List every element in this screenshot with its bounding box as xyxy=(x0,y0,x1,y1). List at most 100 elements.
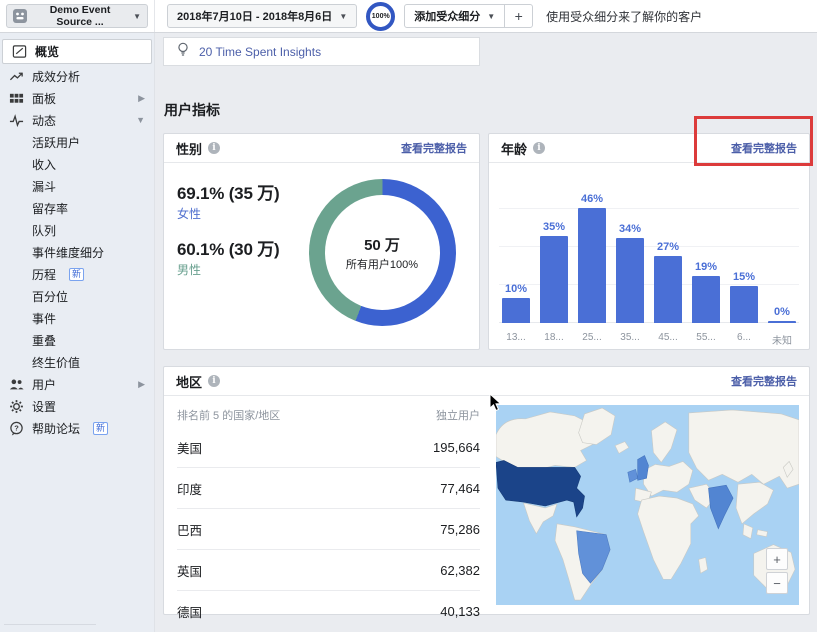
age-bar-未知: 0% xyxy=(763,306,801,323)
segment-hint-text: 使用受众细分来了解你的客户 xyxy=(546,8,702,25)
unique-users-value: 62,382 xyxy=(440,563,480,578)
gender-card-title: 性别 xyxy=(176,139,202,158)
country-row: 德国40,133 xyxy=(177,591,480,631)
chevron-down-icon: ▼ xyxy=(136,115,145,125)
sidebar-item-dashboards[interactable]: 面板▶ xyxy=(0,87,154,109)
bar xyxy=(768,321,796,323)
add-segment-dropdown[interactable]: 添加受众细分 ▼ xyxy=(405,5,505,27)
region-card-title: 地区 xyxy=(176,372,202,391)
age-axis-labels: 13...18...25...35...45...55...6...未知 xyxy=(497,332,801,347)
lightbulb-icon xyxy=(176,42,190,62)
info-icon[interactable]: i xyxy=(208,375,220,387)
x-axis-label: 45... xyxy=(649,332,687,347)
time-spent-insights-link[interactable]: 20 Time Spent Insights xyxy=(199,45,321,59)
gender-stat-label: 男性 xyxy=(177,261,295,278)
sidebar-item-label: 帮助论坛 xyxy=(32,420,80,437)
sidebar-item-label: 事件维度细分 xyxy=(32,244,104,261)
x-axis-label: 55... xyxy=(687,332,725,347)
sidebar-item-insights[interactable]: 成效分析 xyxy=(0,65,154,87)
x-axis-label: 6... xyxy=(725,332,763,347)
bar xyxy=(654,256,682,324)
sidebar-item-active-users[interactable]: 活跃用户 xyxy=(0,131,154,153)
region-card-body: 排名前 5 的国家/地区 独立用户 美国195,664印度77,464巴西75,… xyxy=(164,396,809,615)
region-view-full-report-link[interactable]: 查看完整报告 xyxy=(731,373,797,389)
sidebar-item-help-forum[interactable]: ? 帮助论坛新 xyxy=(0,417,154,439)
bar xyxy=(616,238,644,323)
country-row: 英国62,382 xyxy=(177,550,480,591)
sidebar-item-lifetime-value[interactable]: 终生价值 xyxy=(0,351,154,373)
sidebar-item-settings[interactable]: 设置 xyxy=(0,395,154,417)
sidebar-item-revenue[interactable]: 收入 xyxy=(0,153,154,175)
gender-donut-center: 50 万 所有用户100% xyxy=(325,195,440,310)
sidebar-item-journeys[interactable]: 历程新 xyxy=(0,263,154,285)
bar-value-label: 35% xyxy=(543,221,565,233)
world-map[interactable]: + − xyxy=(496,405,799,605)
sidebar-item-label: 终生价值 xyxy=(32,354,80,371)
sidebar-item-overlap[interactable]: 重叠 xyxy=(0,329,154,351)
info-icon[interactable]: i xyxy=(208,142,220,154)
chevron-down-icon: ▼ xyxy=(133,12,141,21)
gender-donut-chart: 50 万 所有用户100% xyxy=(309,179,456,326)
bar xyxy=(730,286,758,324)
chevron-down-icon: ▼ xyxy=(487,12,495,21)
country-name: 巴西 xyxy=(177,520,202,539)
sidebar-item-label: 动态 xyxy=(32,112,56,129)
bar-value-label: 27% xyxy=(657,241,679,253)
analytics-app: Demo Event Source ... ▼ 2018年7月10日 - 201… xyxy=(0,0,817,632)
sidebar-item-funnels[interactable]: 漏斗 xyxy=(0,175,154,197)
age-view-full-report-link[interactable]: 查看完整报告 xyxy=(731,140,797,156)
donut-total-label: 所有用户100% xyxy=(346,256,418,272)
sidebar-item-label: 历程 xyxy=(32,266,56,283)
bar-value-label: 10% xyxy=(505,283,527,295)
top-countries-table: 排名前 5 的国家/地区 独立用户 美国195,664印度77,464巴西75,… xyxy=(164,396,496,615)
map-zoom-out-button[interactable]: − xyxy=(766,572,788,594)
add-segment-plus-button[interactable]: + xyxy=(505,5,532,27)
sidebar-item-events[interactable]: 事件 xyxy=(0,307,154,329)
country-column-header: 排名前 5 的国家/地区 xyxy=(177,407,280,423)
world-map-svg xyxy=(496,405,799,605)
gender-stat-value: 69.1% (35 万) xyxy=(177,179,295,204)
sidebar-item-overview[interactable]: 概览 xyxy=(2,39,152,64)
date-range-selector[interactable]: 2018年7月10日 - 2018年8月6日 ▼ xyxy=(167,4,357,28)
gender-card-header: 性别 i 查看完整报告 xyxy=(164,134,479,163)
map-zoom-in-button[interactable]: + xyxy=(766,548,788,570)
gender-view-full-report-link[interactable]: 查看完整报告 xyxy=(401,140,467,156)
sidebar-item-percentiles[interactable]: 百分位 xyxy=(0,285,154,307)
sidebar-item-label: 百分位 xyxy=(32,288,68,305)
help-icon: ? xyxy=(9,421,24,436)
users-column-header: 独立用户 xyxy=(436,407,480,423)
event-source-selector[interactable]: Demo Event Source ... ▼ xyxy=(6,4,148,28)
sidebar-item-label: 设置 xyxy=(32,398,56,415)
sidebar-item-people[interactable]: 用户▶ xyxy=(0,373,154,395)
event-source-label: Demo Event Source ... xyxy=(32,4,128,28)
unique-users-value: 40,133 xyxy=(440,604,480,619)
region-card-header: 地区 i 查看完整报告 xyxy=(164,367,809,396)
country-name: 印度 xyxy=(177,479,202,498)
info-icon[interactable]: i xyxy=(533,142,545,154)
age-bar-18: 35% xyxy=(535,221,573,324)
bar-value-label: 0% xyxy=(774,306,790,318)
country-row: 巴西75,286 xyxy=(177,509,480,550)
unique-users-value: 195,664 xyxy=(433,440,480,455)
sidebar-item-event-breakdown[interactable]: 事件维度细分 xyxy=(0,241,154,263)
gender-stats: 69.1% (35 万)女性60.1% (30 万)男性 xyxy=(177,179,295,326)
sidebar-item-label: 成效分析 xyxy=(32,68,80,85)
sidebar-item-label: 留存率 xyxy=(32,200,68,217)
topbar-left: Demo Event Source ... ▼ xyxy=(0,0,155,32)
insights-banner[interactable]: 20 Time Spent Insights xyxy=(163,37,480,66)
bar xyxy=(692,276,720,324)
age-bar-25: 46% xyxy=(573,193,611,323)
x-axis-label: 13... xyxy=(497,332,535,347)
bar xyxy=(502,298,530,323)
users-icon xyxy=(9,377,24,392)
sidebar-item-label: 概览 xyxy=(35,43,59,60)
sidebar-item-cohorts[interactable]: 队列 xyxy=(0,219,154,241)
sidebar-item-retention[interactable]: 留存率 xyxy=(0,197,154,219)
new-badge: 新 xyxy=(93,422,108,435)
donut-total-value: 50 万 xyxy=(364,234,400,255)
age-card-header: 年龄 i 查看完整报告 xyxy=(489,134,809,163)
gender-card: 性别 i 查看完整报告 69.1% (35 万)女性60.1% (30 万)男性… xyxy=(163,133,480,350)
event-source-icon xyxy=(13,9,27,24)
country-name: 美国 xyxy=(177,438,202,457)
sidebar-item-activity[interactable]: 动态 ▼ xyxy=(0,109,154,131)
